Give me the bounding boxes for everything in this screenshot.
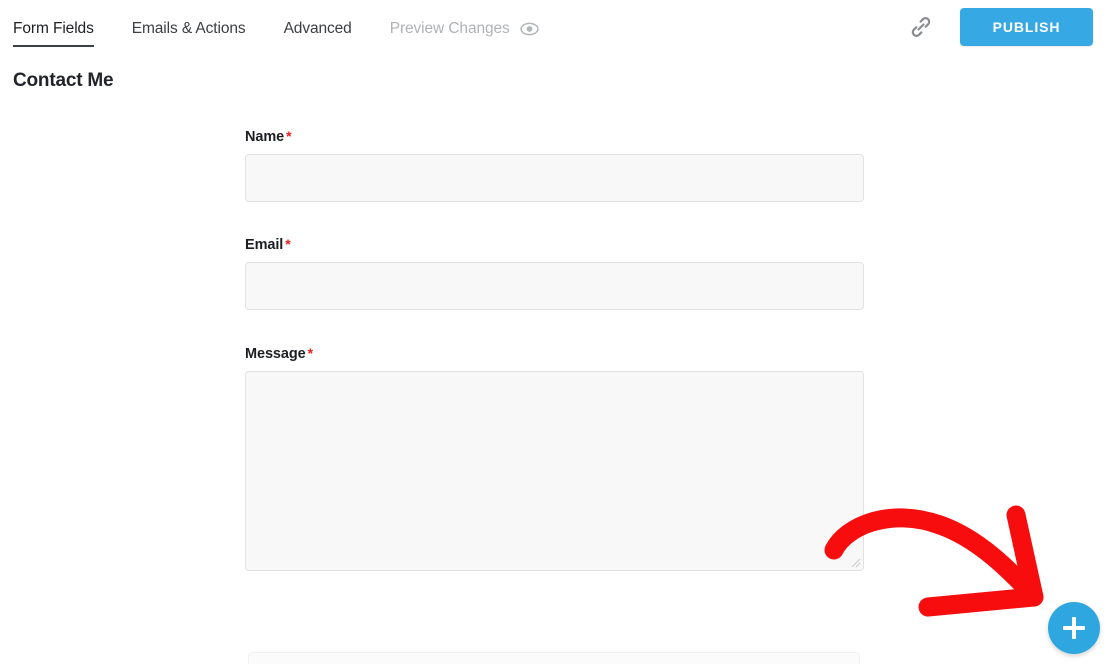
- page-title: Contact Me: [13, 70, 114, 91]
- form-builder-screen: Form Fields Emails & Actions Advanced Pr…: [0, 0, 1116, 664]
- tab-advanced[interactable]: Advanced: [284, 20, 352, 47]
- eye-icon[interactable]: [520, 22, 539, 41]
- field-label-email: Email *: [245, 236, 865, 253]
- tab-emails-actions-label: Emails & Actions: [131, 20, 246, 37]
- field-label-email-text: Email: [245, 237, 284, 253]
- tab-preview-changes-label: Preview Changes: [389, 20, 510, 37]
- required-marker-email: *: [285, 236, 291, 252]
- form-field-email: Email *: [245, 236, 865, 310]
- form-preview: Name * Email * Message *: [245, 128, 865, 571]
- tab-form-fields-label: Form Fields: [13, 20, 94, 37]
- tab-bar: Form Fields Emails & Actions Advanced Pr…: [13, 20, 539, 47]
- plus-icon-vertical: [1072, 617, 1076, 639]
- tab-emails-actions[interactable]: Emails & Actions: [132, 20, 246, 47]
- header-actions: PUBLISH: [905, 8, 1116, 46]
- required-marker-name: *: [286, 128, 292, 144]
- name-input[interactable]: [245, 154, 864, 202]
- message-textarea-wrapper: [245, 371, 864, 571]
- submit-button-partial[interactable]: [248, 652, 860, 664]
- form-field-message: Message *: [245, 345, 865, 571]
- link-icon[interactable]: [905, 11, 937, 43]
- tab-advanced-label: Advanced: [283, 20, 352, 37]
- email-input[interactable]: [245, 262, 864, 310]
- top-header: Form Fields Emails & Actions Advanced Pr…: [0, 0, 1116, 56]
- publish-button[interactable]: PUBLISH: [960, 8, 1093, 46]
- message-textarea[interactable]: [245, 371, 864, 571]
- field-spacer: [245, 310, 865, 345]
- field-label-name-text: Name: [245, 129, 285, 145]
- field-spacer: [245, 202, 865, 236]
- add-field-button[interactable]: [1048, 602, 1100, 654]
- field-label-message-text: Message: [245, 346, 306, 362]
- tab-form-fields[interactable]: Form Fields: [13, 20, 94, 47]
- field-label-message: Message *: [245, 345, 865, 362]
- tab-preview-changes[interactable]: Preview Changes: [390, 20, 510, 47]
- field-label-name: Name *: [245, 128, 865, 145]
- required-marker-message: *: [307, 345, 313, 361]
- form-field-name: Name *: [245, 128, 865, 202]
